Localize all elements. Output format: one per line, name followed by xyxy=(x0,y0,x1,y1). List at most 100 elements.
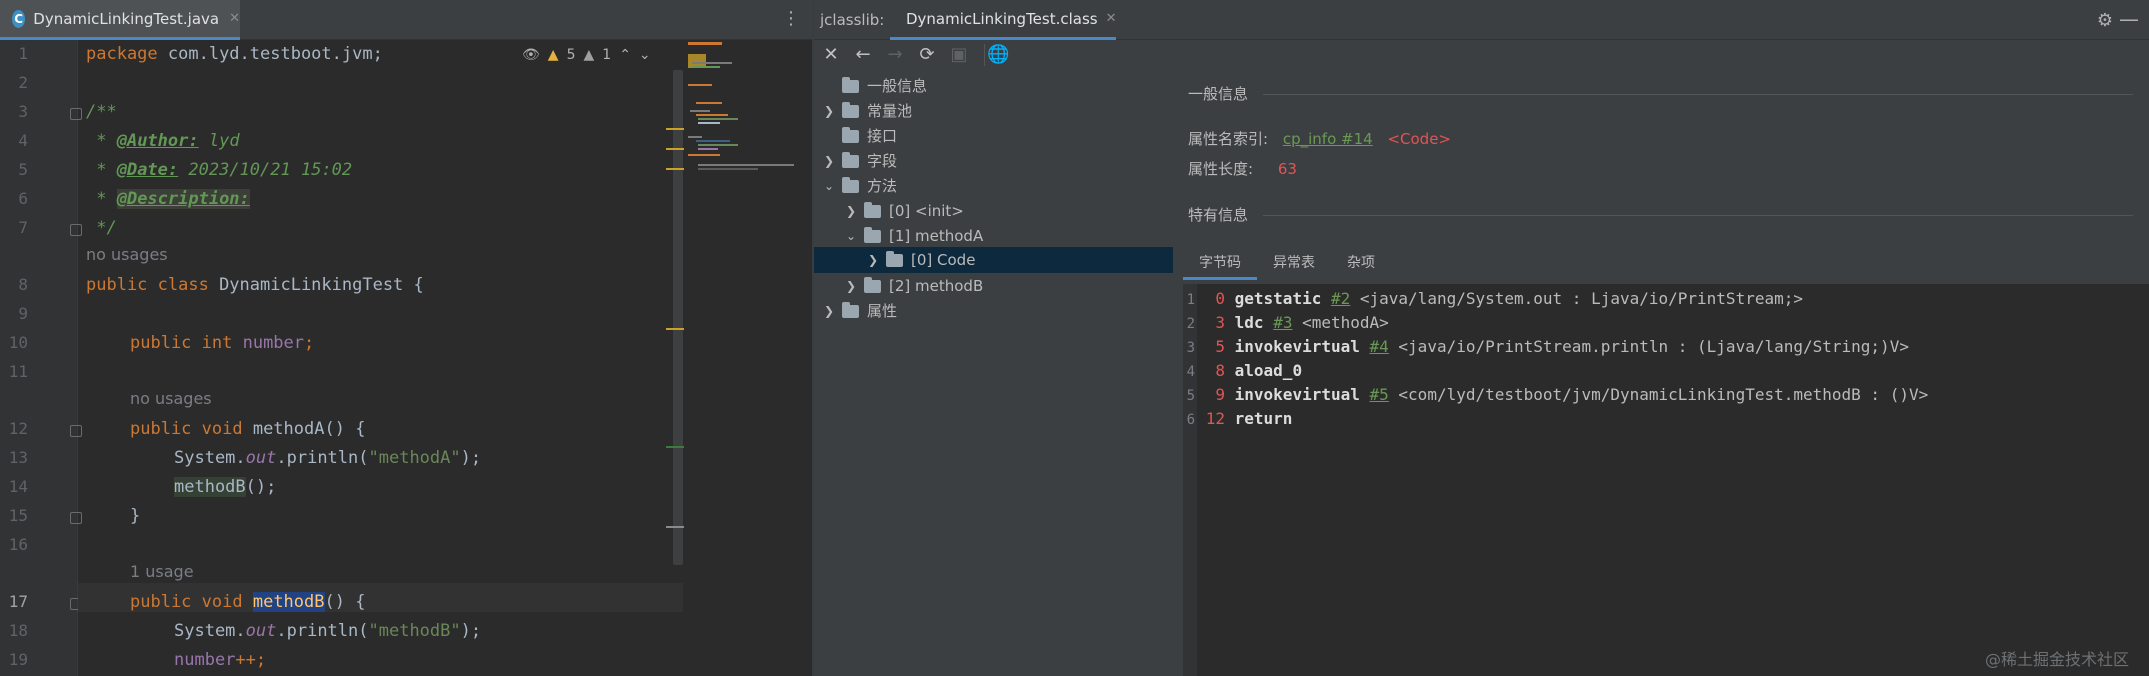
chevron-right-icon[interactable]: ❯ xyxy=(822,299,836,324)
jclasslib-title: jclasslib: xyxy=(820,11,885,29)
jclasslib-toolbar: ✕ ← → ⟳ ▣ 🌐 xyxy=(814,40,2149,72)
tab-misc[interactable]: 杂项 xyxy=(1331,248,1391,280)
code-minimap[interactable] xyxy=(686,40,812,676)
warning-stripe[interactable] xyxy=(666,328,684,330)
specific-info-title: 特有信息 xyxy=(1188,206,1249,224)
code-line: */ xyxy=(86,218,117,238)
close-icon[interactable]: ✕ xyxy=(820,44,842,66)
bytecode-instruction: return xyxy=(1234,409,1293,428)
weak-warning-icon: ▲ xyxy=(583,47,595,63)
name-index-row: 属性名索引: cp_info #14 <Code> xyxy=(1188,128,1451,149)
tab-dynamiclinkingtest-class[interactable]: DynamicLinkingTest.class ✕ xyxy=(890,0,1117,40)
refresh-icon[interactable]: ⟳ xyxy=(916,44,938,66)
tree-node-fields[interactable]: ❯ 字段 xyxy=(822,149,897,174)
tree-node-methods[interactable]: ⌄ 方法 xyxy=(822,174,897,199)
tree-node-methodb[interactable]: ❯ [2] methodB xyxy=(844,274,983,299)
more-options-icon[interactable]: ⋮ xyxy=(782,10,800,28)
back-arrow-icon[interactable]: ← xyxy=(852,44,874,66)
jclasslib-tab-bar: jclasslib: DynamicLinkingTest.class ✕ ⚙ … xyxy=(814,0,2149,40)
chevron-right-icon[interactable]: ❯ xyxy=(844,274,858,299)
constant-pool-ref-link[interactable]: #4 xyxy=(1370,337,1389,356)
line-number-current: 17 xyxy=(8,592,28,611)
editor-scrollbar[interactable] xyxy=(673,70,683,565)
tree-node-label: 属性 xyxy=(867,302,898,320)
change-stripe[interactable] xyxy=(666,446,684,448)
tree-node-label: 字段 xyxy=(867,152,898,170)
code-line: System.out.println("methodA"); xyxy=(174,444,481,472)
usage-hint[interactable]: 1 usage xyxy=(130,562,194,581)
editor-tab-bar: C DynamicLinkingTest.java ✕ ⋮ xyxy=(0,0,812,40)
tree-node-code-selected[interactable]: ❯ [0] Code xyxy=(866,248,975,273)
save-icon[interactable]: ▣ xyxy=(948,44,970,66)
tree-node-attributes[interactable]: ❯ 属性 xyxy=(822,299,897,324)
tree-node-general-info[interactable]: 一般信息 xyxy=(822,74,927,99)
chevron-right-icon[interactable]: ❯ xyxy=(866,248,880,273)
code-text: .println( xyxy=(276,448,369,468)
usage-hint[interactable]: no usages xyxy=(86,245,168,264)
tree-node-label: 常量池 xyxy=(867,102,913,120)
code-text: DynamicLinkingTest { xyxy=(208,275,424,295)
chevron-right-icon[interactable]: ❯ xyxy=(822,99,836,124)
constant-pool-ref-link[interactable]: #2 xyxy=(1331,289,1350,308)
globe-icon[interactable]: 🌐 xyxy=(984,44,1010,66)
line-number: 3 xyxy=(18,102,28,121)
gear-icon[interactable]: ⚙ xyxy=(2097,10,2113,31)
bytecode-line-number: 6 xyxy=(1186,412,1195,428)
code-line: public void methodB() { xyxy=(130,588,365,616)
line-number: 5 xyxy=(18,160,28,179)
close-icon[interactable]: ✕ xyxy=(229,11,240,26)
code-text: .println( xyxy=(276,621,369,641)
section-divider xyxy=(1263,215,2133,216)
line-number: 8 xyxy=(18,275,28,294)
bytecode-instruction: ldc xyxy=(1234,313,1264,332)
line-number: 6 xyxy=(18,189,28,208)
bytecode-line: 2 3 ldc #3 <methodA> xyxy=(1183,311,1389,335)
code-line: * @Author: lyd xyxy=(86,127,239,155)
change-stripe[interactable] xyxy=(666,526,684,528)
chevron-up-icon[interactable]: ⌃ xyxy=(619,47,631,63)
bytecode-instruction: invokevirtual xyxy=(1234,337,1360,356)
forward-arrow-icon[interactable]: → xyxy=(884,44,906,66)
detail-tabs: 字节码 异常表 杂项 xyxy=(1183,248,1391,280)
warning-stripe[interactable] xyxy=(666,168,684,170)
constant-pool-ref-link[interactable]: #3 xyxy=(1273,313,1292,332)
minimap-line xyxy=(688,136,702,138)
code-area[interactable]: package com.lyd.testboot.jvm; /** * @Aut… xyxy=(78,40,683,676)
tab-exception-table[interactable]: 异常表 xyxy=(1257,248,1331,280)
code-editor-pane: C DynamicLinkingTest.java ✕ ⋮ 1 2 3 4 5 … xyxy=(0,0,812,676)
code-text: System. xyxy=(174,621,246,641)
tree-node-init[interactable]: ❯ [0] <init> xyxy=(844,199,964,224)
watermark: @稀土掘金技术社区 xyxy=(1984,650,2129,669)
tree-node-constant-pool[interactable]: ❯ 常量池 xyxy=(822,99,912,124)
bytecode-line: 5 9 invokevirtual #5 <com/lyd/testboot/jv… xyxy=(1183,383,1929,407)
tree-node-methoda[interactable]: ⌄ [1] methodA xyxy=(844,224,983,249)
line-number: 13 xyxy=(8,448,28,467)
usage-hint[interactable]: no usages xyxy=(130,389,212,408)
line-number: 4 xyxy=(18,131,28,150)
tree-node-interfaces[interactable]: 接口 xyxy=(822,124,897,149)
bytecode-view[interactable]: 1 0 getstatic #2 <java/lang/System.out : … xyxy=(1183,284,2149,676)
inspection-widget[interactable]: 👁 ▲ 5 ▲ 1 ⌃ ⌄ xyxy=(522,44,651,66)
minimize-icon[interactable]: — xyxy=(2119,7,2139,31)
minimap-line xyxy=(698,118,738,120)
code-line: public void methodA() { xyxy=(130,415,365,443)
constant-pool-ref-link[interactable]: #5 xyxy=(1370,385,1389,404)
editor-tab-dynamiclinkingtest-java[interactable]: C DynamicLinkingTest.java ✕ xyxy=(0,0,240,40)
chevron-right-icon[interactable]: ❯ xyxy=(844,199,858,224)
reader-mode-icon[interactable]: 👁 xyxy=(522,47,540,63)
line-number: 16 xyxy=(8,535,28,554)
bytecode-line: 3 5 invokevirtual #4 <java/io/PrintStream… xyxy=(1183,335,1909,359)
line-number: 1 xyxy=(18,44,28,63)
code-text: com.lyd.testboot.jvm; xyxy=(157,44,383,64)
class-structure-tree: 一般信息 ❯ 常量池 接口 ❯ 字段 ⌄ 方法 ❯ [0] <init> ⌄ [1] me… xyxy=(814,74,1173,676)
chevron-down-icon[interactable]: ⌄ xyxy=(639,47,651,63)
close-icon[interactable]: ✕ xyxy=(1106,11,1117,26)
tab-bytecode[interactable]: 字节码 xyxy=(1183,248,1257,280)
warning-stripe[interactable] xyxy=(666,128,684,130)
chevron-down-icon[interactable]: ⌄ xyxy=(844,224,858,249)
warning-stripe[interactable] xyxy=(666,148,684,150)
section-divider xyxy=(1263,94,2133,95)
chevron-right-icon[interactable]: ❯ xyxy=(822,149,836,174)
cp-info-link[interactable]: cp_info #14 xyxy=(1283,130,1373,148)
chevron-down-icon[interactable]: ⌄ xyxy=(822,174,836,199)
